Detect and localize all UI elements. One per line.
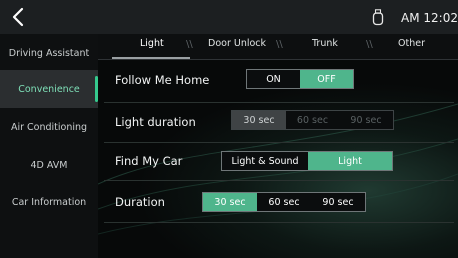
sidebar-item-label: Car Information	[11, 196, 87, 208]
tab-separator: \\	[276, 39, 283, 50]
option-light-and-sound-button[interactable]: Light & Sound	[222, 152, 308, 170]
setting-row-light-duration: Light duration 30 sec 60 sec 90 sec	[98, 102, 458, 140]
setting-label: Duration	[115, 195, 165, 209]
sidebar-item-label: Convenience	[18, 83, 80, 95]
chevron-left-icon[interactable]	[8, 6, 30, 28]
option-light-button[interactable]: Light	[308, 152, 392, 170]
option-60-sec-button[interactable]: 60 sec	[286, 111, 339, 129]
option-90-sec-button[interactable]: 90 sec	[311, 193, 365, 211]
tab-separator: \\	[186, 39, 193, 50]
setting-label: Find My Car	[115, 154, 183, 168]
tab-bar: Light \\ Door Unlock \\ Trunk \\ Other	[98, 34, 458, 60]
option-30-sec-button[interactable]: 30 sec	[203, 193, 257, 211]
tab-light[interactable]: Light	[140, 38, 164, 49]
setting-label: Light duration	[115, 115, 196, 129]
sidebar-item-label: 4D AVM	[30, 159, 68, 171]
status-bar: AM 12:02	[0, 0, 458, 34]
sidebar-item-label: Driving Assistant	[8, 47, 90, 59]
option-30-sec-button[interactable]: 30 sec	[232, 111, 286, 129]
sidebar-item-label: Air Conditioning	[10, 121, 88, 133]
divider	[104, 180, 454, 181]
usb-icon	[372, 9, 384, 26]
option-90-sec-button[interactable]: 90 sec	[339, 111, 393, 129]
option-off-button[interactable]: OFF	[300, 70, 353, 88]
sidebar-item-4d-avm[interactable]: 4D AVM	[0, 146, 98, 184]
sidebar-item-driving-assistant[interactable]: Driving Assistant	[0, 34, 98, 72]
tab-other[interactable]: Other	[398, 38, 425, 49]
sidebar-item-air-conditioning[interactable]: Air Conditioning	[0, 108, 98, 146]
find-my-car-selector: Light & Sound Light	[221, 151, 393, 171]
tab-door-unlock[interactable]: Door Unlock	[208, 38, 266, 49]
sidebar-item-convenience[interactable]: Convenience	[0, 70, 98, 108]
sidebar-item-car-information[interactable]: Car Information	[0, 183, 98, 221]
clock: AM 12:02	[401, 11, 458, 25]
follow-me-home-toggle: ON OFF	[246, 69, 354, 89]
tab-separator: \\	[366, 39, 373, 50]
tab-active-indicator	[112, 57, 190, 59]
screen: AM 12:02 Driving Assistant Convenience A…	[0, 0, 458, 258]
option-60-sec-button[interactable]: 60 sec	[257, 193, 311, 211]
sidebar: Driving Assistant Convenience Air Condit…	[0, 34, 98, 258]
duration-selector: 30 sec 60 sec 90 sec	[202, 192, 366, 212]
option-on-button[interactable]: ON	[247, 70, 300, 88]
setting-row-follow-me-home: Follow Me Home ON OFF	[98, 60, 458, 98]
light-duration-selector: 30 sec 60 sec 90 sec	[231, 110, 394, 130]
setting-label: Follow Me Home	[115, 73, 210, 87]
divider	[104, 222, 454, 223]
setting-row-find-my-car: Find My Car Light & Sound Light	[98, 142, 458, 180]
tab-trunk[interactable]: Trunk	[312, 38, 338, 49]
setting-row-duration: Duration 30 sec 60 sec 90 sec	[98, 182, 458, 220]
settings-panel: Light \\ Door Unlock \\ Trunk \\ Other F…	[98, 34, 458, 258]
